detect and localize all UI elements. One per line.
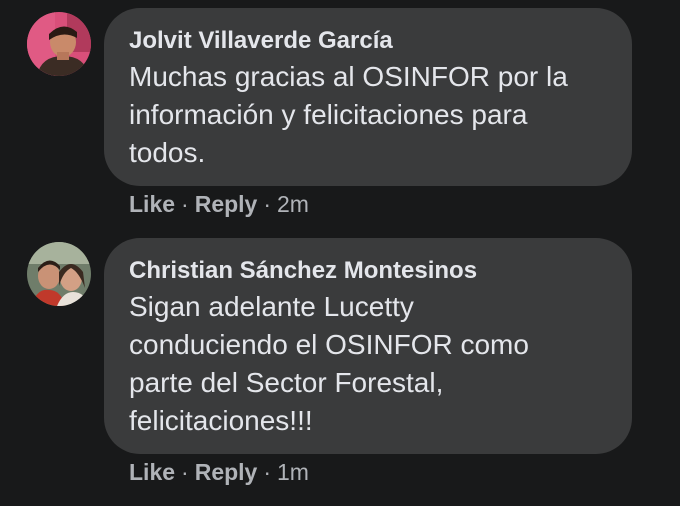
comment-text: Sigan adelante Lucetty conduciendo el OS… — [129, 288, 608, 440]
comment-text-line: todos. — [129, 137, 206, 168]
separator-dot: · — [181, 459, 189, 485]
like-button[interactable]: Like — [129, 191, 175, 217]
separator-dot: · — [181, 191, 189, 217]
avatar[interactable] — [27, 12, 91, 76]
comment-text-line: conduciendo el OSINFOR como — [129, 329, 529, 360]
comment-bubble: Christian Sánchez Montesinos Sigan adela… — [104, 238, 632, 454]
comment-text-line: parte del Sector Forestal, — [129, 367, 444, 398]
comment-author[interactable]: Jolvit Villaverde García — [129, 27, 608, 55]
comment-timestamp[interactable]: 1m — [277, 459, 309, 485]
like-button[interactable]: Like — [129, 459, 175, 485]
comment-author[interactable]: Christian Sánchez Montesinos — [129, 257, 608, 285]
comment-text: Muchas gracias al OSINFOR por la informa… — [129, 58, 608, 172]
comment-actions: Like · Reply · 2m — [129, 190, 309, 218]
comment-bubble: Jolvit Villaverde García Muchas gracias … — [104, 8, 632, 186]
comment-timestamp[interactable]: 2m — [277, 191, 309, 217]
comment-text-line: Sigan adelante Lucetty — [129, 291, 414, 322]
comment-actions: Like · Reply · 1m — [129, 458, 309, 486]
separator-dot: · — [263, 459, 272, 485]
separator-dot: · — [263, 191, 272, 217]
reply-button[interactable]: Reply — [195, 191, 258, 217]
comment-text-line: información y felicitaciones para — [129, 99, 528, 130]
comment-text-line: felicitaciones!!! — [129, 405, 313, 436]
avatar-photo-icon — [27, 12, 91, 76]
avatar[interactable] — [27, 242, 91, 306]
reply-button[interactable]: Reply — [195, 459, 258, 485]
avatar-photo-icon — [27, 242, 91, 306]
comment-text-line: Muchas gracias al OSINFOR por la — [129, 61, 568, 92]
